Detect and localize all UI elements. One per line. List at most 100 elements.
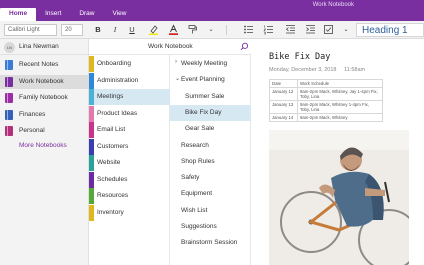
numbered-list-icon[interactable] <box>262 24 274 36</box>
section-item[interactable]: Product Ideas <box>89 105 170 122</box>
page-item[interactable]: Shop Rules <box>170 154 251 170</box>
table-cell[interactable]: January 13 <box>269 100 298 114</box>
font-name-box[interactable]: Calibri Light <box>4 24 57 36</box>
font-size-box[interactable]: 20 <box>61 24 83 36</box>
table-cell[interactable]: Work Schedule <box>297 79 383 88</box>
section-label: Schedules <box>97 175 128 183</box>
table-cell[interactable]: January 14 <box>269 113 298 122</box>
section-color-tab <box>89 188 94 204</box>
table-cell[interactable]: 9am-2pm Mack, Whitney, Jay 1-4pm Fix, To… <box>297 87 383 101</box>
page-canvas[interactable]: Bike Fix Day Monday, December 3, 2018 11… <box>251 39 424 265</box>
decrease-indent-icon[interactable] <box>284 24 296 36</box>
ribbon-divider <box>226 25 227 35</box>
page-pane: › Weekly Meeting ⌄ Event Planning Summer Sal… <box>170 55 251 265</box>
section-item[interactable]: Customers <box>89 138 170 155</box>
table-row: January 14 9am-2pm Mack, Whitney <box>269 113 383 122</box>
search-icon[interactable] <box>240 42 249 53</box>
page-item[interactable]: Suggestions <box>170 219 251 235</box>
page-item[interactable]: Research <box>170 138 251 154</box>
page-label: Summer Sale <box>185 92 225 100</box>
notebook-label: Work Notebook <box>19 77 64 85</box>
user-header[interactable]: LN Lina Newman <box>0 39 89 55</box>
notebook-item[interactable]: Personal <box>0 124 89 138</box>
section-item[interactable]: Meetings <box>89 89 170 105</box>
notebook-item[interactable]: Recent Notes <box>0 58 89 72</box>
notebook-item[interactable]: Work Notebook <box>0 74 89 89</box>
section-label: Resources <box>97 192 129 199</box>
page-date: Monday, December 3, 2018 11:58am <box>269 67 365 73</box>
tab-draw[interactable]: Draw <box>70 8 103 21</box>
title-bar: Work Notebook Home Insert Draw View <box>0 0 424 21</box>
notebook-icon <box>5 60 13 70</box>
user-name: Lina Newman <box>19 43 59 50</box>
page-item[interactable]: Safety <box>170 170 251 186</box>
page-label: Equipment <box>181 190 213 198</box>
section-color-tab <box>89 105 94 122</box>
current-notebook-name: Work Notebook <box>148 43 193 50</box>
format-painter-icon[interactable] <box>186 24 198 36</box>
checkbox-tag-icon[interactable] <box>322 24 334 36</box>
notebook-header: Work Notebook <box>89 39 251 55</box>
table-cell[interactable]: 9am-2pm Mack, Whitney <box>297 113 383 122</box>
font-color-icon[interactable] <box>167 24 179 36</box>
page-item[interactable]: › Weekly Meeting <box>170 56 251 72</box>
notebook-item[interactable]: Finances <box>0 108 89 122</box>
notebook-label: Personal <box>19 127 45 134</box>
page-item[interactable]: Equipment <box>170 186 251 202</box>
tags-chevron-icon[interactable]: ⌄ <box>340 24 352 36</box>
page-title[interactable]: Bike Fix Day <box>269 52 330 62</box>
section-item[interactable]: Schedules <box>89 171 170 188</box>
page-label: Event Planning <box>181 76 225 84</box>
section-item[interactable]: Onboarding <box>89 56 170 72</box>
expand-chevron-icon[interactable]: › <box>175 59 177 65</box>
section-item[interactable]: Website <box>89 155 170 171</box>
underline-button[interactable]: U <box>126 24 138 36</box>
section-label: Website <box>97 159 121 166</box>
page-item[interactable]: Summer Sale <box>170 89 251 105</box>
notebook-item[interactable]: Family Notebook <box>0 91 89 105</box>
tab-home[interactable]: Home <box>0 8 37 21</box>
section-color-tab <box>89 89 94 105</box>
section-pane: Onboarding Administration Meetings Product … <box>89 39 170 265</box>
page-label: Shop Rules <box>181 157 215 165</box>
table-cell[interactable]: January 12 <box>269 87 298 101</box>
page-item[interactable]: Brainstorm Session <box>170 235 251 251</box>
bold-button[interactable]: B <box>92 24 104 36</box>
avatar: LN <box>4 42 15 53</box>
notebook-label: Finances <box>19 110 46 118</box>
notebook-label: Recent Notes <box>19 61 59 68</box>
section-item[interactable]: Email List <box>89 122 170 138</box>
page-label: Gear Sale <box>185 125 215 133</box>
table-row: January 12 9am-2pm Mack, Whitney, Jay 1-4… <box>269 87 383 101</box>
bullet-list-icon[interactable] <box>242 24 254 36</box>
notebook-icon <box>5 109 13 120</box>
schedule-table[interactable]: Date Work Schedule January 12 9am-2pm Mack,… <box>269 79 383 122</box>
increase-indent-icon[interactable] <box>304 24 316 36</box>
table-cell[interactable]: Date <box>269 79 298 88</box>
section-label: Customers <box>97 142 129 150</box>
more-formatting-chevron-icon[interactable]: ⌄ <box>205 24 217 36</box>
italic-button[interactable]: I <box>109 24 121 36</box>
highlighter-icon[interactable] <box>147 24 159 36</box>
style-heading-box[interactable]: Heading 1 <box>356 23 424 37</box>
table-cell[interactable]: 9am-2pm Mack, Whitney 1-4pm Fix, Toby, L… <box>297 100 383 114</box>
section-label: Product Ideas <box>97 109 138 117</box>
page-item[interactable]: Wish List <box>170 203 251 219</box>
tab-insert[interactable]: Insert <box>36 8 70 21</box>
section-item[interactable]: Resources <box>89 188 170 204</box>
collapse-chevron-icon[interactable]: ⌄ <box>175 75 180 82</box>
page-item[interactable]: Bike Fix Day <box>170 104 251 121</box>
page-label: Safety <box>181 174 200 182</box>
page-date-value: Monday, December 3, 2018 <box>269 67 337 73</box>
section-item[interactable]: Inventory <box>89 204 170 221</box>
tab-view[interactable]: View <box>104 8 136 21</box>
section-label: Inventory <box>97 208 124 216</box>
section-color-tab <box>89 171 94 188</box>
page-item[interactable]: Gear Sale <box>170 121 251 137</box>
page-label: Weekly Meeting <box>181 60 228 67</box>
section-item[interactable]: Administration <box>89 72 170 89</box>
page-item[interactable]: ⌄ Event Planning <box>170 72 251 88</box>
section-color-tab <box>89 138 94 155</box>
more-notebooks-link[interactable]: More Notebooks <box>19 142 67 149</box>
notebook-icon <box>5 93 13 103</box>
